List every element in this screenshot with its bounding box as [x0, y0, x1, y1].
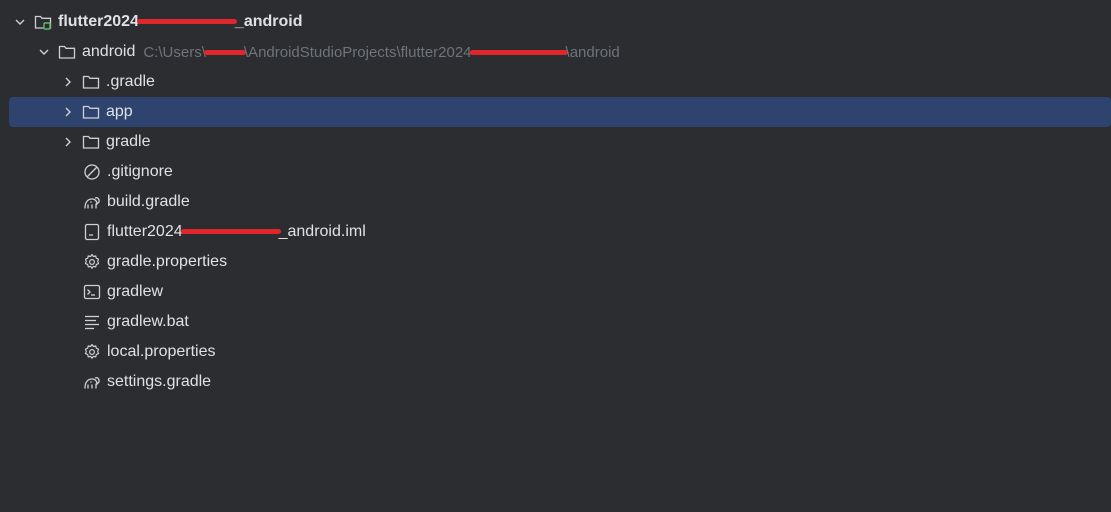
chevron-down-icon[interactable] [36, 44, 52, 60]
tree-item-label: build.gradle [107, 193, 190, 210]
redaction-mark [136, 19, 237, 25]
settings-gear-icon [83, 343, 101, 361]
tree-row-gradlew[interactable]: gradlew [0, 277, 1111, 307]
tree-row-app[interactable]: app [0, 97, 1111, 127]
project-tree: flutter2024 _android android C:\Users\ \An… [0, 7, 1111, 397]
tree-row-root-module[interactable]: flutter2024 _android [0, 7, 1111, 37]
android-folder-label: android [82, 43, 136, 60]
folder-icon [82, 133, 100, 151]
ignore-file-icon [83, 163, 101, 181]
tree-row-android[interactable]: android C:\Users\ \AndroidStudioProjects\… [0, 37, 1111, 67]
folder-icon [58, 43, 76, 61]
tree-item-label: .gradle [106, 73, 155, 90]
module-folder-icon [34, 13, 52, 31]
terminal-icon [83, 283, 101, 301]
settings-gear-icon [83, 253, 101, 271]
tree-row-gradle[interactable]: gradle [0, 127, 1111, 157]
redaction-mark [180, 229, 281, 235]
tree-row-dot-gradle[interactable]: .gradle [0, 67, 1111, 97]
chevron-right-icon[interactable] [60, 134, 76, 150]
tree-row-build-gradle[interactable]: build.gradle [0, 187, 1111, 217]
chevron-right-icon[interactable] [60, 104, 76, 120]
tree-row-iml-file[interactable]: flutter2024 _android.iml [0, 217, 1111, 247]
tree-row-gradlew-bat[interactable]: gradlew.bat [0, 307, 1111, 337]
android-folder-path: C:\Users\ \AndroidStudioProjects\flutter2… [143, 43, 620, 61]
tree-row-local-properties[interactable]: local.properties [0, 337, 1111, 367]
tree-item-label: .gitignore [107, 163, 173, 180]
tree-item-label: app [106, 103, 133, 120]
chevron-down-icon[interactable] [12, 14, 28, 30]
tree-row-settings-gradle[interactable]: settings.gradle [0, 367, 1111, 397]
folder-icon [82, 103, 100, 121]
tree-item-label: gradle [106, 133, 151, 150]
folder-icon [82, 73, 100, 91]
root-module-label: flutter2024 _android [58, 13, 303, 30]
tree-row-gitignore[interactable]: .gitignore [0, 157, 1111, 187]
tree-item-label: local.properties [107, 343, 216, 360]
tree-item-label: settings.gradle [107, 373, 212, 390]
text-file-icon [83, 313, 101, 331]
gradle-elephant-icon [83, 193, 101, 211]
tree-item-label: gradlew.bat [107, 313, 189, 330]
module-file-icon [83, 223, 101, 241]
redaction-mark [469, 50, 568, 56]
redaction-mark [203, 50, 246, 56]
tree-item-label: flutter2024 _android.iml [107, 223, 366, 240]
chevron-right-icon[interactable] [60, 74, 76, 90]
tree-row-gradle-properties[interactable]: gradle.properties [0, 247, 1111, 277]
tree-item-label: gradle.properties [107, 253, 228, 270]
gradle-elephant-icon [83, 373, 101, 391]
tree-item-label: gradlew [107, 283, 164, 300]
